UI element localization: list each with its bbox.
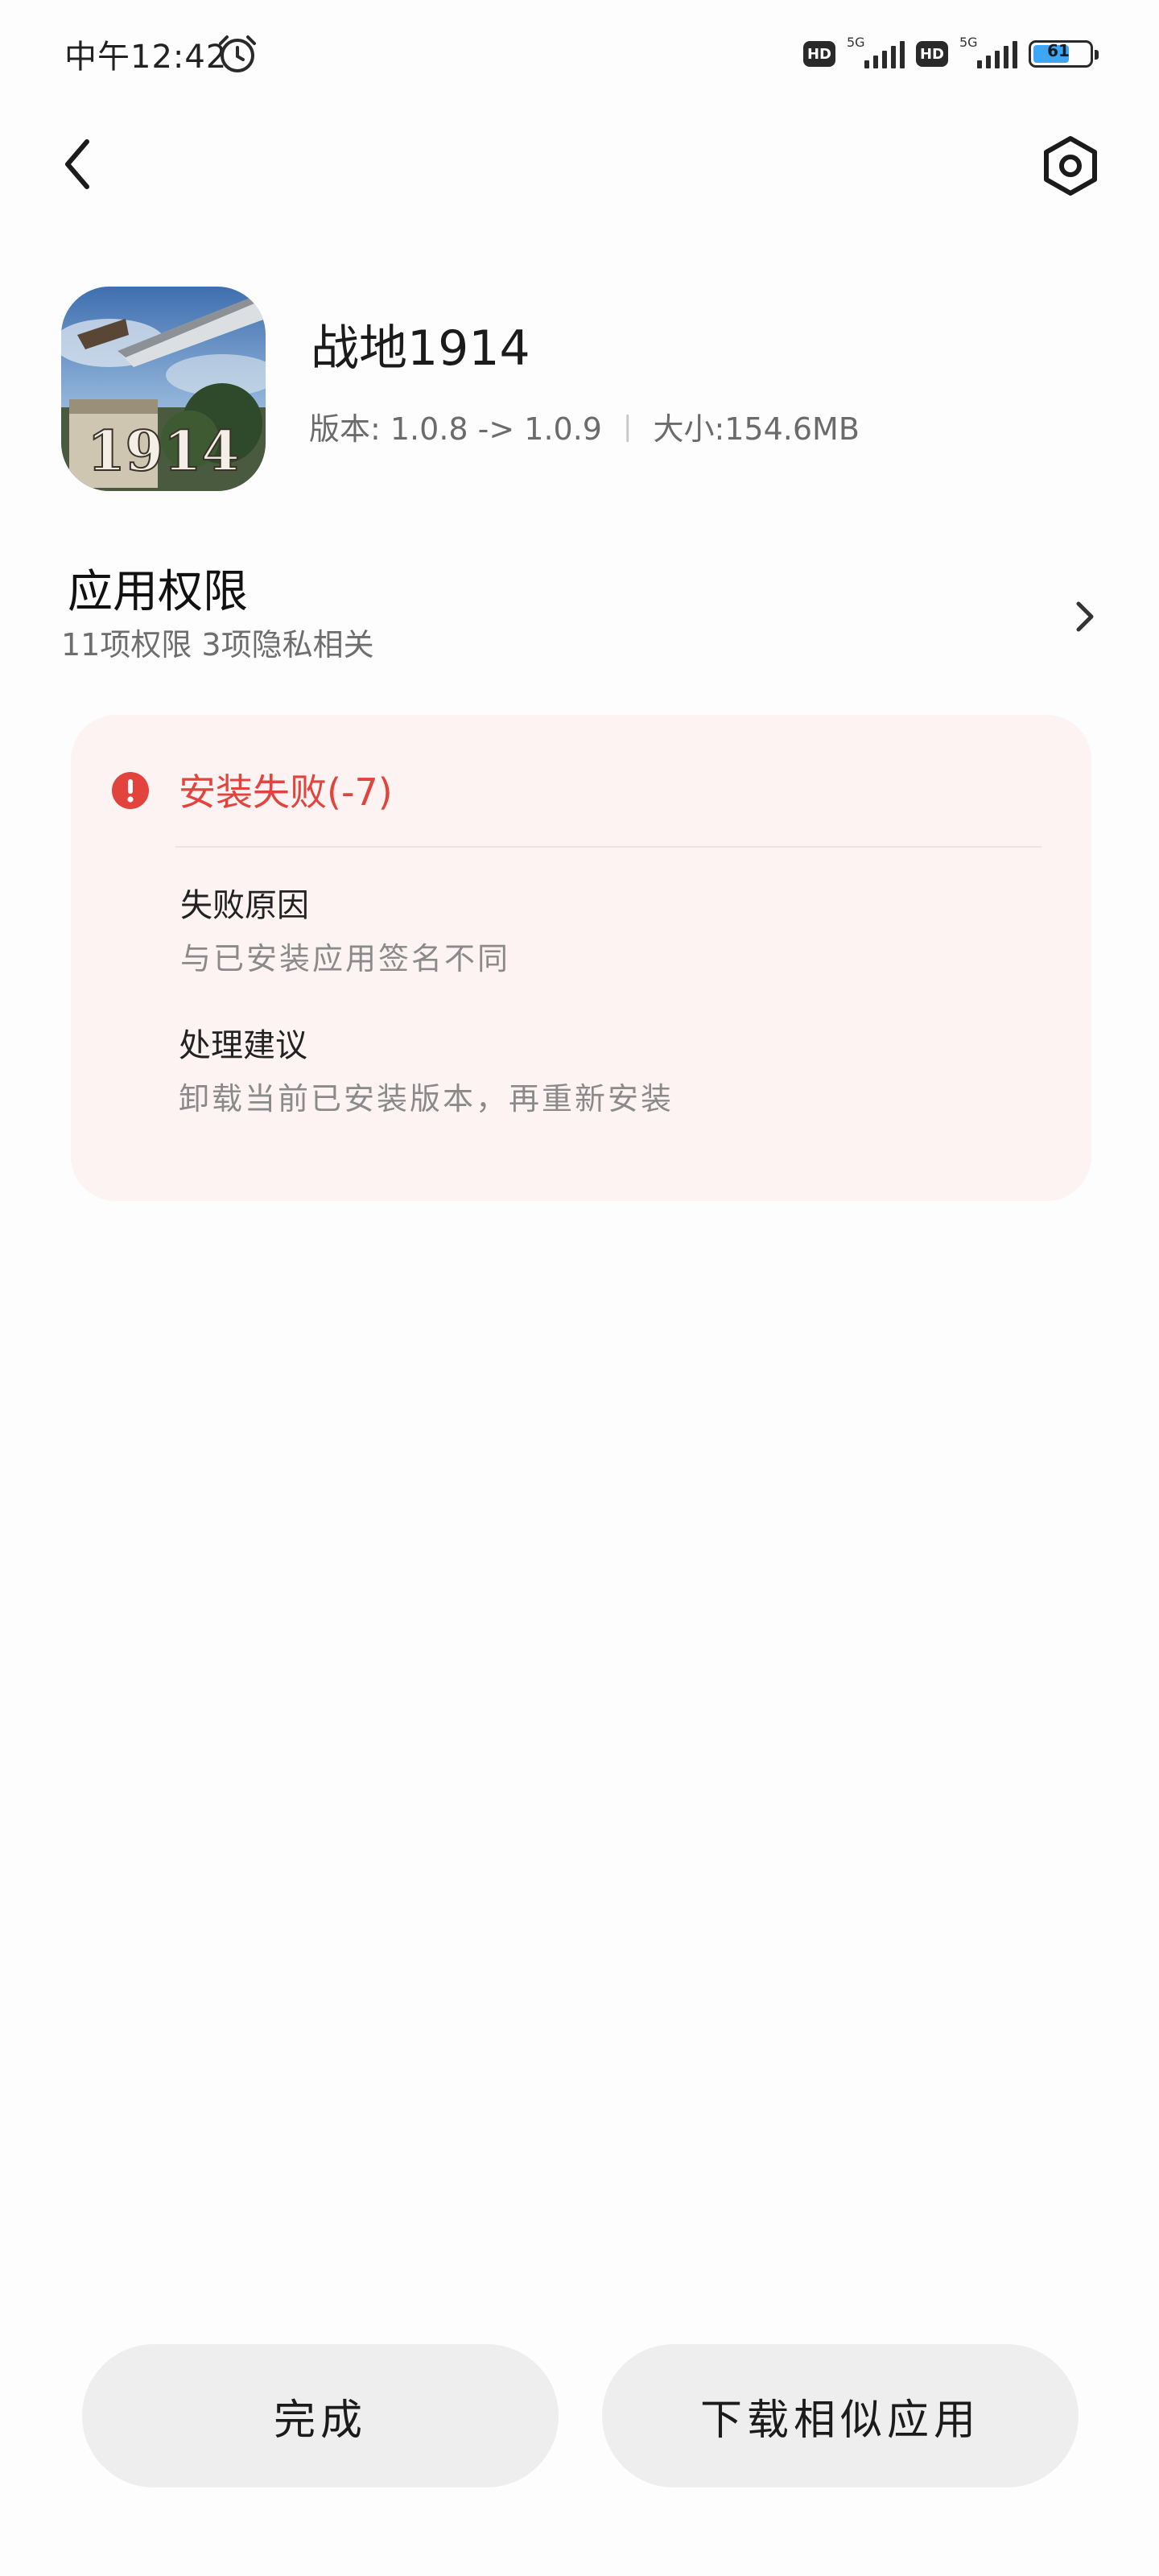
error-title: 安装失败(-7)	[179, 770, 393, 814]
signal-strength-icon-2: 5G	[959, 35, 1017, 72]
download-similar-button[interactable]: 下载相似应用	[602, 2344, 1079, 2487]
network-type-label-2: 5G	[959, 35, 978, 50]
app-icon-label: 1914	[87, 419, 239, 484]
back-button[interactable]	[50, 135, 105, 193]
permissions-subtitle: 11项权限 3项隐私相关	[61, 627, 374, 663]
hd-voice-badge: HD	[803, 41, 835, 67]
error-alert-icon	[112, 772, 149, 809]
permissions-row[interactable]: 应用权限 11项权限 3项隐私相关	[61, 555, 1107, 668]
chevron-left-icon	[65, 139, 89, 189]
alarm-clock-icon	[216, 32, 259, 76]
hd-voice-badge-2: HD	[916, 41, 948, 67]
status-indicators: HD 5G HD 5G 61	[803, 32, 1099, 76]
app-version: 版本: 1.0.8 -> 1.0.9	[309, 411, 602, 447]
network-type-label: 5G	[847, 35, 865, 50]
battery-level: 61	[1047, 41, 1070, 60]
app-icon: 1914	[61, 287, 266, 491]
app-name: 战地1914	[311, 320, 530, 377]
install-error-card: 安装失败(-7) 失败原因 与已安装应用签名不同 处理建议 卸载当前已安装版本，…	[71, 715, 1091, 1201]
failure-reason-value: 与已安装应用签名不同	[180, 941, 511, 976]
suggestion-value: 卸载当前已安装版本，再重新安装	[179, 1081, 674, 1117]
settings-button[interactable]	[1038, 134, 1103, 198]
signal-strength-icon: 5G	[847, 35, 905, 72]
battery-icon: 61	[1029, 40, 1099, 68]
status-time: 中午12:42	[64, 39, 228, 76]
divider	[175, 846, 1041, 848]
app-size: 大小:154.6MB	[653, 411, 860, 447]
chevron-right-icon	[1076, 601, 1094, 632]
suggestion-label: 处理建议	[179, 1027, 307, 1064]
settings-hexagon-icon	[1044, 136, 1097, 196]
permissions-title: 应用权限	[68, 566, 248, 618]
failure-reason-label: 失败原因	[180, 887, 309, 924]
meta-separator: |	[622, 410, 633, 443]
done-button[interactable]: 完成	[82, 2344, 559, 2487]
app-meta: 版本: 1.0.8 -> 1.0.9 | 大小:154.6MB	[309, 404, 860, 448]
